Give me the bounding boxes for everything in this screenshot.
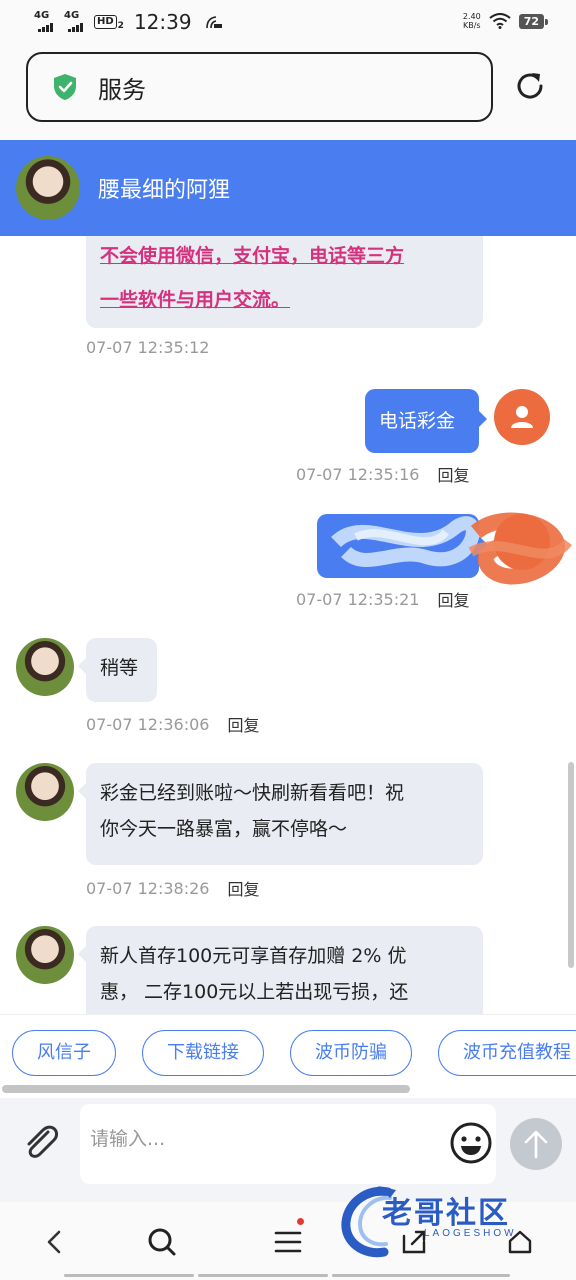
message-meta: 07-07 12:35:12	[86, 338, 209, 357]
message-input-box[interactable]	[80, 1104, 496, 1184]
signal-sim2-icon: 4G	[64, 11, 88, 33]
emoji-icon[interactable]	[448, 1120, 494, 1166]
back-icon	[47, 1230, 61, 1254]
chat-title: 腰最细的阿狸	[98, 178, 231, 203]
menu-icon	[274, 1231, 302, 1253]
menu-button[interactable]	[268, 1218, 308, 1262]
browser-address-bar: 服务	[0, 44, 576, 140]
chat-scrollbar[interactable]	[568, 762, 574, 968]
message-meta: 07-07 12:35:21 回复	[296, 587, 469, 611]
message-bubble: 不会使用微信，支付宝，电话等三方 一些软件与用户交流。	[86, 236, 483, 328]
quick-reply-chip[interactable]: 波币充值教程	[438, 1030, 576, 1076]
agent-avatar	[16, 763, 74, 821]
message-input[interactable]	[90, 1128, 430, 1150]
send-arrow-icon	[524, 1130, 548, 1159]
status-time: 12:39	[133, 10, 192, 34]
gesture-bar	[332, 1274, 510, 1277]
message-text: 稍等	[100, 657, 139, 679]
quick-reply-chip[interactable]: 下载链接	[142, 1030, 264, 1076]
reply-link[interactable]: 回复	[437, 462, 469, 486]
agent-avatar	[16, 638, 74, 696]
refresh-icon[interactable]	[512, 68, 548, 104]
message-meta: 07-07 12:38:26 回复	[86, 876, 259, 900]
reply-link[interactable]: 回复	[227, 712, 259, 736]
page-title: 服务	[98, 75, 146, 104]
message-meta: 07-07 12:36:06 回复	[86, 712, 259, 736]
chips-scrollbar[interactable]	[2, 1085, 410, 1093]
search-icon	[148, 1228, 176, 1256]
message-time: 07-07 12:35:12	[86, 338, 210, 357]
quick-reply-chip[interactable]: 风信子	[12, 1030, 116, 1076]
gesture-bar	[198, 1274, 328, 1277]
hd-voice-sub: 2	[117, 21, 124, 31]
hd-voice-badge: HD	[94, 15, 117, 29]
watermark-text: 老哥社区	[382, 1197, 510, 1230]
agent-avatar	[16, 926, 74, 984]
message-time: 07-07 12:35:16	[296, 464, 420, 484]
reply-link[interactable]: 回复	[227, 876, 259, 900]
redaction-scribble	[331, 512, 573, 585]
shield-check-icon	[54, 74, 76, 100]
paperclip-icon[interactable]	[18, 1120, 62, 1164]
watermark: 老哥社区 LAOGESHOW	[338, 1184, 568, 1264]
status-bar: 4G 4G HD 2 12:39 2.40 KB/s 72	[0, 0, 576, 44]
battery-indicator: 72	[518, 13, 549, 29]
message-line: 惠， 二存100元以上若出现亏损，还	[100, 981, 409, 1003]
message-time: 07-07 12:38:26	[86, 878, 210, 898]
message-line: 一些软件与用户交流。	[100, 289, 291, 311]
search-button[interactable]	[142, 1222, 182, 1262]
back-button[interactable]	[34, 1222, 74, 1262]
signal-sim1-icon: 4G	[34, 11, 58, 33]
message-meta: 07-07 12:35:16 回复	[296, 462, 469, 486]
gesture-bar	[64, 1274, 194, 1277]
wifi-icon	[489, 13, 511, 29]
reply-link[interactable]: 回复	[437, 587, 469, 611]
message-time: 07-07 12:35:21	[296, 589, 420, 609]
message-bubble: 新人首存100元可享首存加赠 2% 优 惠， 二存100元以上若出现亏损，还	[78, 926, 483, 1014]
chat-header: 腰最细的阿狸	[0, 140, 576, 236]
message-line: 不会使用微信，支付宝，电话等三方	[100, 245, 405, 267]
watermark-subtext: LAOGESHOW	[424, 1228, 517, 1239]
url-field[interactable]: 服务	[26, 52, 493, 122]
nfc-icon	[205, 16, 222, 29]
message-line: 彩金已经到账啦～快刷新看看吧！祝	[100, 782, 405, 804]
message-bubble: 稍等	[78, 638, 157, 702]
send-button[interactable]	[510, 1118, 562, 1170]
message-text: 电话彩金	[379, 410, 456, 432]
quick-replies: 风信子 下载链接 波币防骗 波币充值教程	[0, 1014, 576, 1098]
message-line: 你今天一路暴富，赢不停咯～	[100, 818, 348, 840]
message-bubble: 彩金已经到账啦～快刷新看看吧！祝 你今天一路暴富，赢不停咯～	[78, 763, 483, 865]
chat-messages[interactable]: 不会使用微信，支付宝，电话等三方 一些软件与用户交流。 07-07 12:35:…	[0, 236, 576, 1014]
quick-reply-chip[interactable]: 波币防骗	[290, 1030, 412, 1076]
message-time: 07-07 12:36:06	[86, 714, 210, 734]
user-icon	[511, 406, 533, 428]
agent-avatar	[16, 156, 80, 220]
user-avatar	[494, 389, 550, 445]
browser-bottom-nav: 老哥社区 LAOGESHOW	[0, 1186, 576, 1280]
message-bubble: 电话彩金	[365, 389, 487, 453]
notification-dot	[297, 1218, 304, 1225]
message-line: 新人首存100元可享首存加赠 2% 优	[100, 945, 407, 967]
network-speed: 2.40 KB/s	[462, 12, 481, 30]
